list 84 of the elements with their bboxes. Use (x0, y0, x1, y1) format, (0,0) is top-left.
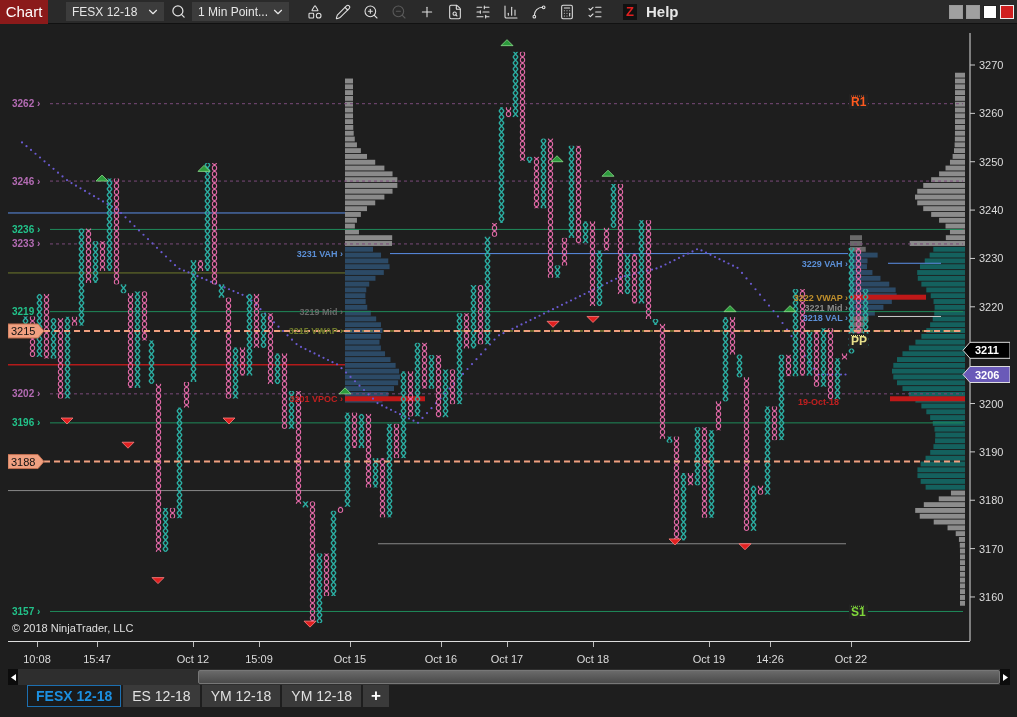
up-arrow-icon (500, 39, 514, 47)
time-axis-label: 14:26 (756, 653, 784, 665)
time-axis-label: Oct 22 (834, 653, 868, 665)
price-level-label: 3246 › (12, 175, 41, 187)
price-axis-label: 3200 (979, 397, 1004, 410)
up-arrow-icon (197, 165, 211, 172)
time-axis-label: Oct 17 (490, 653, 524, 665)
price-level-label: 3236 › (12, 223, 41, 235)
down-arrow-icon (121, 441, 135, 449)
down-arrow-icon (222, 417, 236, 425)
close-button[interactable] (1000, 4, 1014, 19)
calculator-icon[interactable] (559, 3, 575, 20)
up-arrow-icon (601, 169, 615, 177)
price-level-label: 3233 › (12, 238, 41, 250)
price-level-label: 3157 › (12, 605, 41, 617)
bar-chart-icon[interactable] (503, 3, 519, 20)
chart-tab[interactable]: FESX 12-18 (27, 685, 122, 707)
study-label: 19-Oct-18 (798, 396, 840, 407)
price-axis-label: 3190 (979, 445, 1004, 458)
price-axis-label: 3220 (979, 300, 1004, 313)
price-axis-label: 3230 (979, 252, 1004, 265)
line-chart-icon[interactable] (531, 3, 547, 20)
interval-select[interactable]: 1 Min Point... (192, 2, 289, 21)
left-arrow-icon (10, 673, 16, 681)
price-tag: 3188 (8, 454, 45, 470)
pivot-label: PP (849, 333, 868, 349)
window-button[interactable] (949, 4, 963, 19)
price-tag: 3215 (8, 323, 45, 339)
time-axis-label: Oct 18 (576, 653, 610, 665)
instrument-select[interactable]: FESX 12-18 (66, 2, 164, 21)
price-marker: 3206 (962, 366, 1010, 383)
copyright-text: © 2018 NinjaTrader, LLC (12, 622, 134, 634)
chart-title[interactable]: Chart (0, 0, 48, 24)
up-arrow-icon (338, 387, 352, 395)
horizontal-scrollbar[interactable] (8, 669, 1010, 685)
maximize-button[interactable] (983, 4, 997, 19)
time-axis-label: 15:47 (83, 653, 111, 665)
time-axis-label: 15:09 (245, 653, 273, 665)
price-axis-label: 3270 (979, 59, 1004, 71)
time-axis-label: Oct 16 (424, 653, 458, 665)
down-arrow-icon (303, 620, 317, 628)
down-arrow-icon (60, 417, 74, 425)
down-arrow-icon (738, 543, 752, 551)
up-arrow-icon (95, 174, 109, 182)
price-level-label: 3202 › (12, 388, 41, 400)
study-label: 3229 VAH › (801, 258, 848, 269)
shapes-icon[interactable] (307, 3, 323, 20)
search-icon[interactable] (170, 4, 186, 19)
chart-tab[interactable]: YM 12-18 (201, 685, 281, 707)
pencil-icon[interactable] (335, 3, 351, 20)
help-menu[interactable]: Help (646, 3, 679, 20)
price-axis-label: 3250 (979, 155, 1004, 168)
minimize-button[interactable] (966, 4, 980, 19)
z-logo: Z (623, 3, 637, 20)
up-arrow-icon (550, 155, 564, 163)
price-level-label: 3196 › (12, 417, 41, 429)
document-search-icon[interactable] (447, 3, 463, 20)
price-axis-label: 3170 (979, 542, 1004, 555)
time-axis-label: Oct 19 (692, 653, 726, 665)
price-axis-label: 3160 (979, 590, 1004, 603)
price-level-label: 3262 › (12, 98, 41, 110)
down-arrow-icon (668, 538, 682, 546)
scrollbar-thumb[interactable] (198, 670, 1000, 684)
price-axis-label: 3260 (979, 107, 1004, 120)
price-level-label: 3219 › (12, 306, 41, 318)
price-axis-label: 3240 (979, 204, 1004, 217)
up-arrow-icon (723, 305, 737, 313)
down-arrow-icon (151, 577, 165, 584)
sliders-icon[interactable] (475, 3, 491, 20)
up-arrow-icon (783, 305, 797, 313)
add-tab-button[interactable]: + (363, 685, 390, 707)
study-label: 3221 Mid › (804, 302, 848, 313)
time-axis-label: 10:08 (23, 653, 51, 665)
right-arrow-icon (1002, 673, 1008, 681)
chart-tab[interactable]: ES 12-18 (123, 685, 200, 707)
price-axis-label: 3180 (979, 494, 1004, 507)
zoom-in-icon[interactable] (363, 3, 379, 20)
chart-tab[interactable]: YM 12-18 (282, 685, 362, 707)
price-marker: 3211 (962, 341, 1010, 359)
down-arrow-icon (586, 316, 600, 323)
time-axis-label: Oct 12 (176, 653, 210, 665)
down-arrow-icon (546, 320, 560, 328)
time-axis-label: Oct 15 (333, 653, 367, 665)
study-label: 3231 VAH › (296, 249, 343, 260)
